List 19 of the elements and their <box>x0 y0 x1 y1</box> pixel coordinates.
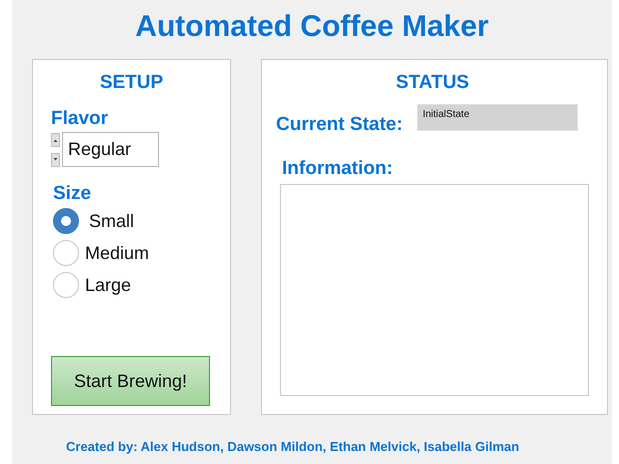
setup-heading: SETUP <box>98 72 164 94</box>
radio-button[interactable] <box>53 208 79 234</box>
current-state-label: Current State: <box>276 114 403 136</box>
size-option[interactable]: Medium <box>85 242 150 264</box>
information-label: Information: <box>282 158 394 180</box>
spin-down-icon[interactable] <box>51 152 60 166</box>
spin-up-icon[interactable] <box>51 132 60 146</box>
radio-button[interactable] <box>53 240 79 266</box>
start-brewing-button[interactable]: Start Brewing! <box>51 356 210 406</box>
status-heading: STATUS <box>394 72 470 94</box>
app-title: Automated Coffee Maker <box>134 9 490 45</box>
size-label: Size <box>53 183 92 205</box>
credits-text: Created by: Alex Hudson, Dawson Mildon, Ethan Melvick, Isabella Gilman <box>65 439 520 454</box>
current-state-field: InitialState <box>416 104 578 131</box>
flavor-field[interactable]: Regular <box>62 132 159 167</box>
size-option[interactable]: Small <box>89 210 134 232</box>
radio-button[interactable] <box>53 272 79 298</box>
flavor-label: Flavor <box>51 108 110 130</box>
size-option[interactable]: Large <box>85 274 132 296</box>
